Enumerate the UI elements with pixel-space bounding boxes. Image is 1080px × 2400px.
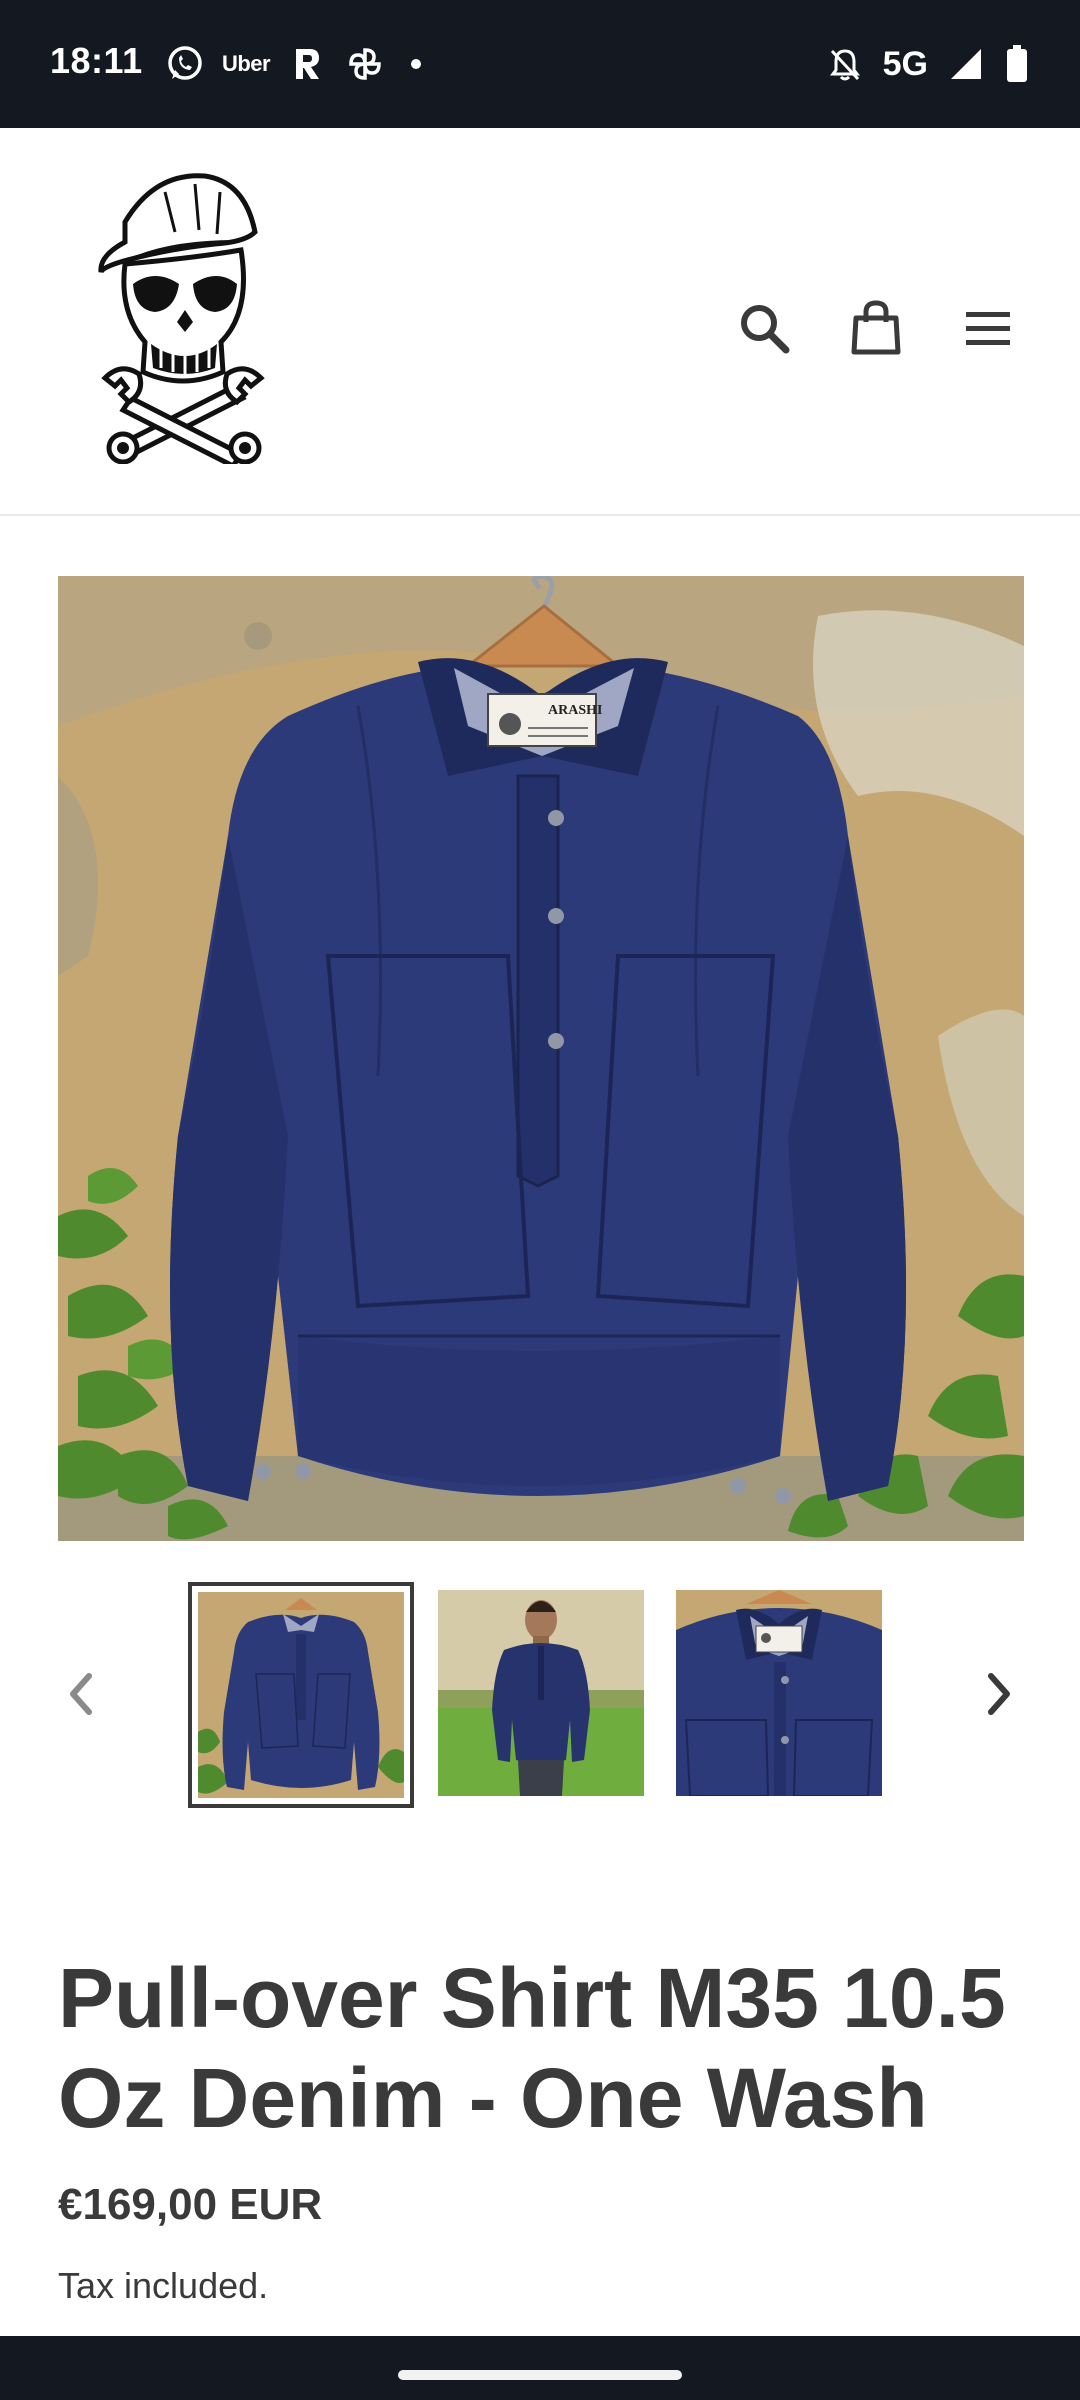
carousel-prev-button[interactable] [50, 1656, 110, 1732]
notification-dot [411, 59, 421, 69]
pinwheel-icon [345, 44, 385, 84]
menu-icon[interactable] [956, 296, 1020, 360]
product-title: Pull-over Shirt M35 10.5 Oz Denim - One … [58, 1951, 1006, 2145]
thumb-model-wearing[interactable] [438, 1590, 644, 1796]
r-app-icon [287, 44, 327, 84]
skull-mechanic-logo[interactable] [95, 172, 271, 470]
chevron-right-icon [988, 1673, 1010, 1715]
cart-icon[interactable] [844, 296, 908, 360]
thumbnail-carousel [0, 1580, 1080, 1808]
signal-icon [946, 44, 986, 84]
thumb-front-hanger[interactable] [188, 1582, 414, 1808]
uber-label: Uber [221, 51, 271, 76]
bell-off-icon [825, 44, 865, 84]
chevron-left-icon [70, 1673, 92, 1715]
status-app-icons: Uber [165, 40, 421, 88]
garment-label-text: ARASHI [548, 703, 602, 718]
carousel-next-button[interactable] [970, 1656, 1030, 1732]
status-system-icons: 5G [825, 40, 1030, 88]
home-indicator[interactable] [398, 2370, 682, 2380]
system-nav-bar [0, 2336, 1080, 2400]
header-actions [732, 296, 1020, 360]
whatsapp-icon [165, 44, 205, 84]
network-type: 5G [882, 44, 928, 83]
site-header [0, 128, 1080, 516]
uber-icon: Uber [221, 44, 271, 84]
status-time: 18:11 [50, 40, 143, 81]
product-price: €169,00 EUR [58, 2180, 323, 2229]
tax-note: Tax included. [58, 2265, 269, 2306]
thumb-collar-detail[interactable] [676, 1590, 882, 1796]
search-icon[interactable] [732, 296, 796, 360]
product-main-image[interactable]: ARASHI [58, 576, 1024, 1541]
status-bar: 18:11 Uber 5G [0, 0, 1080, 128]
battery-icon [1004, 44, 1030, 84]
